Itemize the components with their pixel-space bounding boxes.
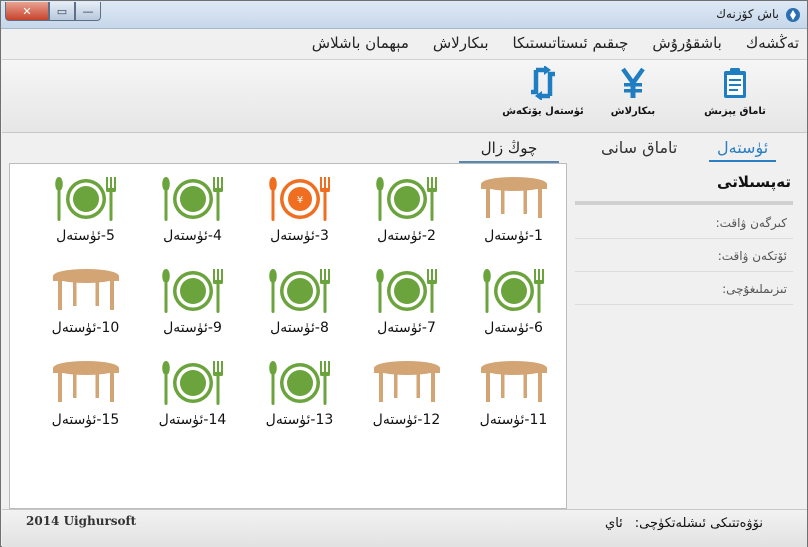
- current-user-label: نۆۋەتتىكى ئىشلەتكۈچى:: [634, 516, 763, 531]
- empty-table-icon: [52, 269, 119, 310]
- table-item[interactable]: 15-ئۈستەل: [32, 358, 139, 428]
- tab-main-hall[interactable]: چوڭ زال: [459, 135, 559, 163]
- tables-panel: 5-ئۈستەل 4-ئۈستەل ¥ 3-ئۈستەل 2-ئۈستەل 1-…: [9, 163, 567, 509]
- table-label: 13-ئۈستەل: [265, 412, 334, 428]
- toolbar: تاماق يېزىش بىكارلاش ئۈستەل يۆتكەش: [2, 59, 807, 133]
- current-user-value: ئاي: [605, 516, 623, 531]
- right-tab-bar: ئۈستەل تاماق سانى: [569, 133, 799, 163]
- order-food-button[interactable]: تاماق يېزىش: [690, 66, 780, 128]
- menu-item-management[interactable]: باشقۇرۇش: [650, 31, 723, 57]
- table-label: 2-ئۈستەل: [377, 228, 436, 244]
- window-title: باش كۆزنەك: [716, 7, 779, 21]
- table-label: 10-ئۈستەل: [51, 320, 120, 336]
- tab-table[interactable]: ئۈستەل: [709, 135, 777, 162]
- svg-text:¥: ¥: [296, 195, 302, 206]
- occupied-table-icon: [375, 269, 437, 313]
- table-label: 4-ئۈستەل: [163, 228, 222, 244]
- tab-dish-count[interactable]: تاماق سانى: [593, 135, 685, 160]
- table-item[interactable]: 9-ئۈستەل: [139, 266, 246, 336]
- table-grid: 5-ئۈستەل 4-ئۈستەل ¥ 3-ئۈستەل 2-ئۈستەل 1-…: [32, 174, 572, 428]
- app-logo-icon: [786, 8, 800, 22]
- table-item[interactable]: 13-ئۈستەل: [246, 358, 353, 428]
- occupied-table-icon: [54, 177, 116, 221]
- table-item[interactable]: 6-ئۈستەل: [460, 266, 567, 336]
- table-item[interactable]: 10-ئۈستەل: [32, 266, 139, 336]
- table-label: 15-ئۈستەل: [51, 412, 120, 428]
- table-item[interactable]: 11-ئۈستەل: [460, 358, 567, 428]
- swap-arrows-icon: [531, 66, 555, 100]
- detail-registrar: تىزىملىغۇچى:: [575, 273, 793, 305]
- empty-table-icon: [373, 361, 440, 402]
- billing-table-icon: ¥: [268, 177, 330, 221]
- yen-icon: [621, 67, 645, 98]
- table-item[interactable]: 2-ئۈستەل: [353, 174, 460, 244]
- table-label: 8-ئۈستەل: [270, 320, 329, 336]
- occupied-table-icon: [161, 361, 223, 405]
- detail-entered-time: كىرگەن ۋاقت:: [575, 207, 793, 239]
- table-label: 11-ئۈستەل: [479, 412, 548, 428]
- table-label: 7-ئۈستەل: [377, 320, 436, 336]
- details-panel: تەپسىلاتى كىرگەن ۋاقت: ئۆتكەن ۋاقت: تىزى…: [569, 163, 801, 509]
- details-divider: [575, 201, 793, 205]
- move-table-button[interactable]: ئۈستەل يۆتكەش: [498, 66, 588, 128]
- minimize-button[interactable]: —: [75, 2, 101, 21]
- close-button[interactable]: ✕: [5, 2, 49, 21]
- table-label: 3-ئۈستەل: [270, 228, 329, 244]
- table-label: 5-ئۈستەل: [56, 228, 115, 244]
- table-item[interactable]: 4-ئۈستەل: [139, 174, 246, 244]
- cancel-button[interactable]: بىكارلاش: [588, 66, 678, 128]
- status-bar: 2014 Uighursoft نۆۋەتتىكى ئىشلەتكۈچى: ئاي: [2, 509, 807, 547]
- table-item[interactable]: 1-ئۈستەل: [460, 174, 567, 244]
- current-user-status: نۆۋەتتىكى ئىشلەتكۈچى: ئاي: [605, 516, 763, 531]
- table-label: 1-ئۈستەل: [484, 228, 543, 244]
- occupied-table-icon: [268, 269, 330, 313]
- cancel-label: بىكارلاش: [610, 106, 656, 117]
- menu-item-expense-stats[interactable]: چىقىم ئىستاتىستىكا: [511, 31, 631, 57]
- table-label: 9-ئۈستەل: [163, 320, 222, 336]
- copyright-text: 2014 Uighursoft: [26, 514, 137, 528]
- table-label: 14-ئۈستەل: [158, 412, 227, 428]
- table-item[interactable]: 14-ئۈستەل: [139, 358, 246, 428]
- title-bar: ✕ ▭ — باش كۆزنەك: [1, 1, 807, 29]
- menu-bar: مېھمان باشلاش بىكارلاش چىقىم ئىستاتىستىك…: [310, 31, 801, 57]
- occupied-table-icon: [161, 269, 223, 313]
- order-food-label: تاماق يېزىش: [704, 106, 766, 117]
- empty-table-icon: [52, 361, 119, 402]
- table-item[interactable]: 5-ئۈستەل: [32, 174, 139, 244]
- table-item[interactable]: 12-ئۈستەل: [353, 358, 460, 428]
- main-window: ✕ ▭ — باش كۆزنەك مېھمان باشلاش بىكارلاش …: [0, 0, 808, 547]
- window-controls: ✕ ▭ —: [5, 2, 101, 21]
- table-label: 12-ئۈستەل: [372, 412, 441, 428]
- table-item[interactable]: ¥ 3-ئۈستەل: [246, 174, 353, 244]
- empty-table-icon: [480, 361, 547, 402]
- menu-item-settings[interactable]: تەڭشەك: [744, 31, 801, 57]
- details-heading: تەپسىلاتى: [717, 173, 791, 191]
- empty-table-icon: [480, 177, 547, 218]
- occupied-table-icon: [375, 177, 437, 221]
- clipboard-icon: [724, 68, 746, 98]
- detail-elapsed-time: ئۆتكەن ۋاقت:: [575, 240, 793, 272]
- table-item[interactable]: 7-ئۈستەل: [353, 266, 460, 336]
- table-item[interactable]: 8-ئۈستەل: [246, 266, 353, 336]
- occupied-table-icon: [268, 361, 330, 405]
- move-table-label: ئۈستەل يۆتكەش: [502, 106, 584, 117]
- menu-item-cancel[interactable]: بىكارلاش: [431, 31, 491, 57]
- menu-item-start-guest[interactable]: مېھمان باشلاش: [310, 31, 411, 57]
- occupied-table-icon: [482, 269, 544, 313]
- table-label: 6-ئۈستەل: [484, 320, 543, 336]
- maximize-button[interactable]: ▭: [49, 2, 75, 21]
- occupied-table-icon: [161, 177, 223, 221]
